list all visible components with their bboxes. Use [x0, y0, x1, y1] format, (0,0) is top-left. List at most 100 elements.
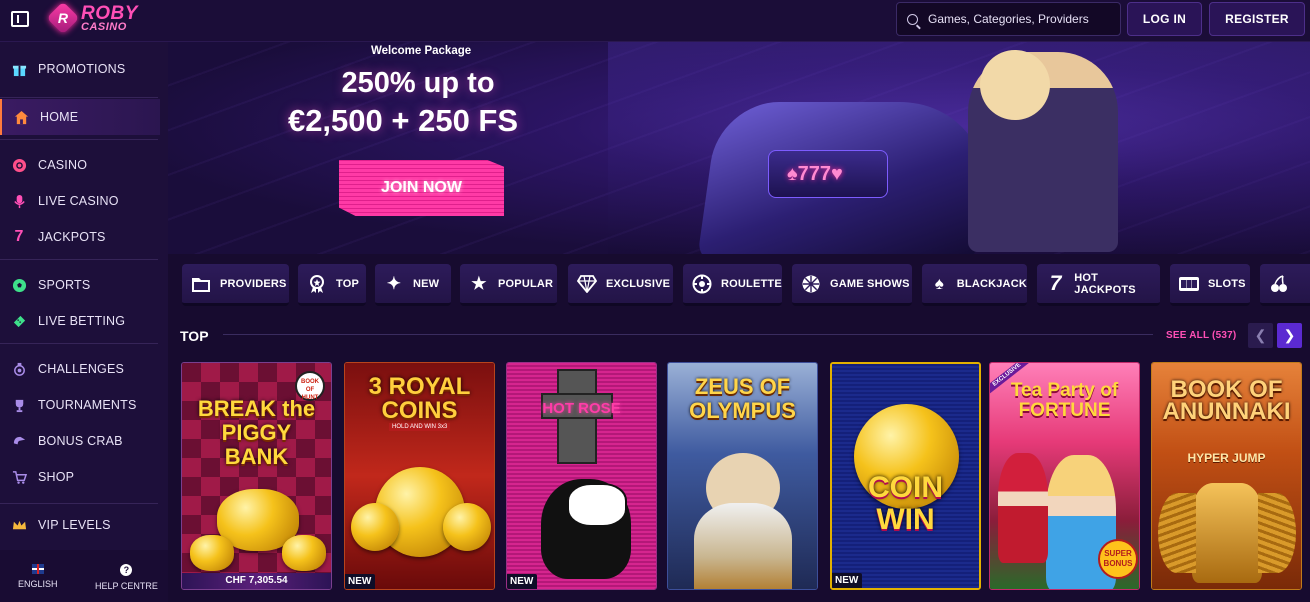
carousel-prev-button[interactable]: ❮ [1248, 323, 1273, 348]
category-label: ROULETTE [721, 277, 782, 290]
category-exclusive[interactable]: EXCLUSIVE [568, 264, 673, 306]
section-divider [223, 334, 1153, 335]
game-tile-hot-rose[interactable]: HOT ROSE NEW [506, 362, 657, 590]
piggy-bank-art [190, 535, 234, 571]
category-blackjack[interactable]: ♠ BLACKJACK [922, 264, 1027, 306]
sidebar-item-shop[interactable]: SHOP [0, 459, 160, 495]
category-label: BLACKJACK [956, 277, 1027, 290]
search-input[interactable] [928, 12, 1108, 26]
sidebar-divider [0, 97, 158, 98]
crown-icon [11, 517, 27, 533]
category-providers[interactable]: PROVIDERS [182, 264, 289, 306]
star-icon: ★ [471, 273, 487, 293]
piggy-bank-art [282, 535, 326, 571]
game-tile-3-royal-coins[interactable]: 3 ROYAL COINS HOLD AND WIN 3x3 NEW [344, 362, 495, 590]
sidebar-item-label: JACKPOTS [38, 230, 106, 244]
sidebar-item-live-casino[interactable]: LIVE CASINO [0, 183, 160, 219]
site-logo[interactable]: R ROBY CASINO [46, 1, 138, 35]
game-tile-book-of-anunnaki[interactable]: BOOK OF ANUNNAKI HYPER JUMP [1151, 362, 1302, 590]
category-label: HOT JACKPOTS [1074, 271, 1136, 296]
search-box[interactable] [896, 2, 1121, 36]
top-section-title: TOP [180, 328, 209, 344]
game-tile-tea-party[interactable]: EXCLUSIVE Tea Party of FORTUNE SUPER BON… [989, 362, 1140, 590]
category-fruit[interactable] [1260, 264, 1310, 306]
sidebar-divider [0, 139, 158, 140]
sidebar-item-sports[interactable]: SPORTS [0, 267, 160, 303]
help-centre-link[interactable]: ? HELP CENTRE [95, 564, 158, 591]
microphone-icon [11, 193, 27, 209]
game-title: BREAK the PIGGY BANK [197, 396, 316, 469]
logo-title: ROBY [81, 2, 138, 24]
chevron-right-icon: ❯ [1283, 327, 1296, 343]
sparkle-icon: ✦ [386, 273, 402, 293]
anunnaki-statue-art [1192, 483, 1262, 583]
category-top[interactable]: TOP [298, 264, 366, 306]
game-subtitle: HOLD AND WIN 3x3 [389, 423, 451, 431]
see-all-link[interactable]: SEE ALL (537) [1166, 330, 1236, 341]
sidebar: PROMOTIONS HOME CASINO LIVE CASINO 7 JAC… [0, 42, 168, 602]
bike-panel: ♠777♥ [768, 150, 888, 198]
sidebar-item-casino[interactable]: CASINO [0, 147, 160, 183]
sidebar-item-label: VIP LEVELS [38, 518, 111, 532]
sidebar-divider [0, 503, 158, 504]
carousel-next-button[interactable]: ❯ [1277, 323, 1302, 348]
wing-art [1258, 493, 1296, 573]
sidebar-item-label: PROMOTIONS [38, 62, 126, 76]
language-selector[interactable]: ENGLISH [18, 564, 58, 589]
sidebar-item-vip-levels[interactable]: VIP LEVELS [0, 507, 160, 543]
category-game-shows[interactable]: GAME SHOWS [792, 264, 912, 306]
sidebar-item-live-betting[interactable]: LIVE BETTING [0, 303, 160, 339]
sidebar-item-label: SPORTS [38, 278, 91, 292]
home-icon [13, 109, 29, 125]
spade-icon: ♠ [934, 273, 944, 293]
logo-text: ROBY CASINO [81, 4, 138, 33]
sidebar-item-bonus-crab[interactable]: BONUS CRAB [0, 423, 160, 459]
gift-icon [11, 61, 27, 77]
register-button[interactable]: REGISTER [1209, 2, 1305, 36]
wheel-icon [800, 273, 822, 295]
sidebar-item-label: SHOP [38, 470, 75, 484]
join-now-button[interactable]: JOIN NOW [339, 160, 504, 216]
diamond-icon [576, 273, 598, 295]
sidebar-item-promotions[interactable]: PROMOTIONS [0, 51, 160, 87]
category-label: POPULAR [498, 277, 554, 290]
sidebar-item-challenges[interactable]: CHALLENGES [0, 351, 160, 387]
hero-title-line2: €2,500 + 250 FS [287, 103, 519, 138]
game-title: HOT ROSE [542, 400, 621, 417]
sidebar-item-jackpots[interactable]: 7 JACKPOTS [0, 219, 160, 255]
sidebar-divider [0, 259, 158, 260]
folder-icon [190, 273, 212, 295]
category-label: NEW [413, 277, 440, 290]
hero-kicker: Welcome Package [371, 45, 472, 57]
trophy-icon [11, 397, 27, 413]
game-subtitle: HYPER JUMP [1187, 451, 1266, 465]
sidebar-toggle-icon[interactable] [11, 11, 29, 27]
game-tile-coin-win[interactable]: COIN WIN NEW [830, 362, 981, 590]
game-tile-zeus-of-olympus[interactable]: ZEUS OF OLYMPUS [667, 362, 818, 590]
game-title: BOOK OF ANUNNAKI [1162, 376, 1291, 425]
category-slots[interactable]: SLOTS [1170, 264, 1250, 306]
sidebar-item-label: LIVE CASINO [38, 194, 119, 208]
new-badge: NEW [345, 574, 376, 589]
sidebar-item-label: TOURNAMENTS [38, 398, 137, 412]
category-bar: PROVIDERS TOP ✦ NEW ★ POPULAR EXCLUSIVE … [168, 254, 1310, 314]
category-hot-jackpots[interactable]: 7 HOT JACKPOTS [1037, 264, 1160, 306]
hero-banner[interactable]: ♠777♥ Welcome Package 250% up to €2,500 … [168, 42, 1310, 254]
category-roulette[interactable]: ROULETTE [683, 264, 782, 306]
category-new[interactable]: ✦ NEW [375, 264, 451, 306]
hero-rider-hair [980, 50, 1050, 120]
zeus-beard-art [694, 503, 792, 589]
sidebar-item-tournaments[interactable]: TOURNAMENTS [0, 387, 160, 423]
game-title: Tea Party of FORTUNE [1010, 380, 1119, 421]
game-title: ZEUS OF OLYMPUS [689, 374, 796, 423]
hero-title: 250% up to €2,500 + 250 FS [288, 64, 538, 140]
login-button[interactable]: LOG IN [1127, 2, 1202, 36]
sidebar-item-label: BONUS CRAB [38, 434, 123, 448]
sidebar-item-home[interactable]: HOME [0, 99, 160, 135]
seven-icon: 7 [1049, 271, 1062, 295]
help-label: HELP CENTRE [95, 581, 158, 591]
game-tile-piggy-bank[interactable]: BOOK OF HUNT BREAK the PIGGY BANK CHF 7,… [181, 362, 332, 590]
category-label: PROVIDERS [220, 277, 287, 290]
ticket-icon [11, 313, 27, 329]
category-popular[interactable]: ★ POPULAR [460, 264, 557, 306]
